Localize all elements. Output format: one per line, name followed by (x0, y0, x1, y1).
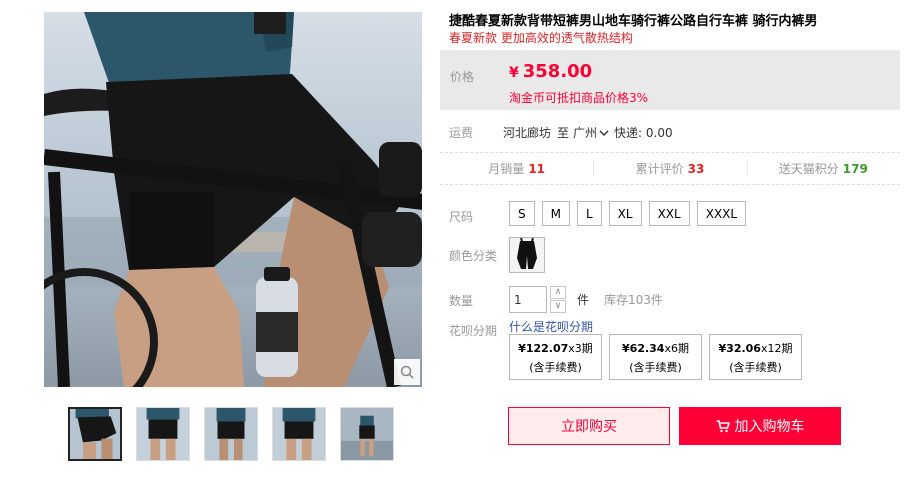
ship-to-label: 至 (557, 126, 570, 140)
currency-symbol: ¥ (509, 65, 519, 81)
thumbnail-image (137, 408, 189, 460)
product-subtitle: 春夏新款 更加高效的透气散热结构 (449, 31, 633, 45)
quantity-input[interactable] (509, 286, 547, 313)
stock-count: 库存103件 (604, 293, 663, 307)
buy-now-button[interactable]: 立即购买 (508, 407, 670, 445)
thumbnail-2[interactable] (136, 407, 190, 461)
plan-amount: ¥32.06 (718, 341, 761, 355)
zoom-icon (400, 365, 414, 379)
price-amount: 358.00 (522, 61, 593, 82)
installment-plans: ¥122.07x3期 (含手续费) ¥62.34x6期 (含手续费) ¥32.0… (509, 334, 802, 380)
quantity-decrease-button[interactable]: ∨ (550, 300, 566, 313)
add-to-cart-button[interactable]: 加入购物车 (679, 407, 841, 445)
ship-from: 河北廊坊 (503, 126, 552, 140)
chevron-down-icon[interactable] (598, 128, 610, 138)
quantity-increase-button[interactable]: ∧ (550, 286, 566, 299)
add-to-cart-label: 加入购物车 (734, 419, 805, 435)
plan-amount: ¥62.34 (622, 341, 665, 355)
size-options: S M L XL XXL XXXL (509, 201, 747, 226)
review-count-label: 累计评价 (635, 162, 684, 176)
shipping-row: 运费 河北廊坊 至 广州 快递: 0.00 (449, 124, 899, 141)
thumbnail-image (273, 408, 325, 460)
quantity-unit: 件 (577, 293, 590, 307)
cart-icon (716, 419, 730, 432)
product-title: 捷酷春夏新款背带短裤男山地车骑行裤公路自行车裤 骑行内裤男 (449, 14, 818, 29)
thumbnail-5[interactable] (340, 407, 394, 461)
installment-plan-12[interactable]: ¥32.06x12期 (含手续费) (709, 334, 802, 380)
installment-plan-3[interactable]: ¥122.07x3期 (含手续费) (509, 334, 602, 380)
thumbnail-1[interactable] (68, 407, 122, 461)
color-swatch-image (510, 238, 544, 272)
plan-term: x6期 (664, 341, 689, 355)
thumbnail-3[interactable] (204, 407, 258, 461)
huabei-label: 花呗分期 (449, 324, 498, 338)
color-option-black[interactable] (509, 237, 545, 273)
monthly-sales-label: 月销量 (488, 162, 525, 176)
price-panel: 价格 ¥358.00 淘金币可抵扣商品价格3% (440, 50, 900, 110)
size-option-xxxl[interactable]: XXXL (696, 201, 747, 226)
size-option-xxl[interactable]: XXL (648, 201, 690, 226)
stats-bar: 月销量 11 累计评价 33 送天猫积分 179 (440, 152, 900, 185)
size-option-s[interactable]: S (509, 201, 535, 226)
tmall-points: 送天猫积分 179 (746, 160, 900, 177)
price-value: ¥358.00 (509, 61, 592, 82)
plan-fee-note: (含手续费) (629, 360, 682, 374)
plan-term: x12期 (760, 341, 793, 355)
quantity-stepper: ∧ ∨ 件 库存103件 (509, 286, 663, 313)
quantity-step-buttons: ∧ ∨ (550, 286, 566, 313)
thumbnail-image (341, 408, 393, 460)
monthly-sales: 月销量 11 (440, 160, 593, 177)
ship-destination-select[interactable]: 广州 (573, 124, 597, 141)
shipping-label: 运费 (449, 126, 474, 140)
shipping-fee: 快递: 0.00 (614, 126, 673, 140)
color-label: 颜色分类 (449, 249, 498, 263)
size-option-xl[interactable]: XL (608, 201, 642, 226)
installment-plan-6[interactable]: ¥62.34x6期 (含手续费) (609, 334, 702, 380)
size-option-m[interactable]: M (541, 201, 570, 226)
taojinbi-note: 淘金币可抵扣商品价格3% (509, 91, 649, 105)
zoom-button[interactable] (394, 359, 420, 385)
plan-fee-note: (含手续费) (729, 360, 782, 374)
price-label: 价格 (450, 70, 475, 84)
monthly-sales-count: 11 (528, 162, 546, 176)
tmall-points-label: 送天猫积分 (778, 162, 839, 176)
thumbnail-4[interactable] (272, 407, 326, 461)
thumbnail-image (205, 408, 257, 460)
huabei-help-link[interactable]: 什么是花呗分期 (509, 318, 593, 335)
review-count-value: 33 (687, 162, 705, 176)
review-count[interactable]: 累计评价 33 (593, 160, 746, 177)
product-photo (44, 12, 422, 387)
thumbnail-strip (68, 407, 394, 461)
plan-term: x3期 (568, 341, 593, 355)
plan-amount: ¥122.07 (518, 341, 569, 355)
size-option-l[interactable]: L (576, 201, 602, 226)
size-label: 尺码 (449, 210, 474, 224)
thumbnail-image (70, 409, 120, 459)
plan-fee-note: (含手续费) (529, 360, 582, 374)
quantity-label: 数量 (449, 294, 474, 308)
main-product-image[interactable] (44, 12, 422, 387)
tmall-points-value: 179 (842, 162, 868, 176)
